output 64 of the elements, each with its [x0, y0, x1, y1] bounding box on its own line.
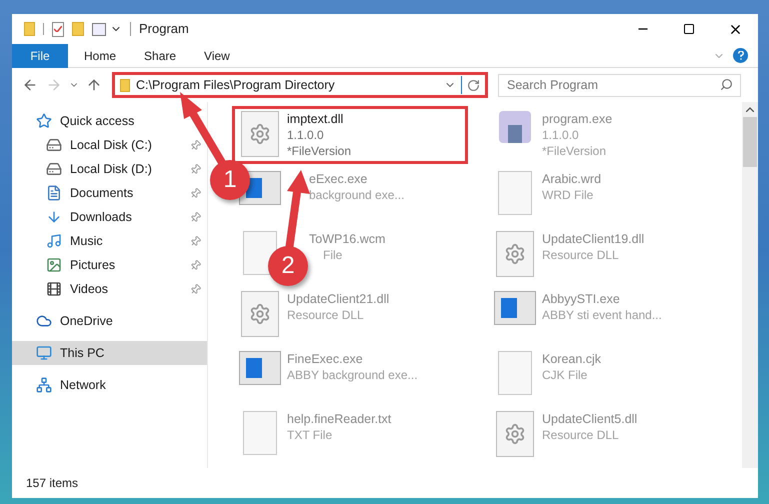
picture-icon — [46, 257, 62, 273]
file-detail: background exe... — [309, 187, 404, 203]
sidebar-item[interactable]: Local Disk (D:) — [12, 157, 207, 181]
file-detail: Resource DLL — [542, 427, 620, 443]
file-detail: TXT File — [287, 427, 334, 443]
file-detail: ABBY background exe... — [287, 367, 418, 383]
sidebar-item[interactable]: Documents — [12, 181, 207, 205]
blank-document-icon — [498, 351, 532, 395]
search-icon — [720, 78, 733, 91]
cloud-icon — [36, 313, 52, 329]
file-detail: CJK File — [542, 367, 588, 383]
sidebar-item[interactable]: Quick access — [12, 109, 207, 133]
star-icon — [36, 113, 52, 129]
film-icon — [46, 281, 62, 297]
drive-icon — [46, 137, 62, 153]
sidebar-item[interactable]: Pictures — [12, 253, 207, 277]
gear-document-icon — [496, 411, 534, 457]
file-detail: 1.1.0.0 — [287, 127, 325, 143]
file-name[interactable]: imptext.dll — [287, 111, 352, 127]
blank-document-icon — [498, 171, 532, 215]
file-detail: File — [323, 247, 344, 263]
drive-icon — [46, 161, 62, 177]
file-detail: Resource DLL — [542, 247, 620, 263]
sidebar-item[interactable]: Music — [12, 229, 207, 253]
application-window-icon — [494, 291, 536, 325]
program-icon — [499, 111, 531, 143]
gear-document-icon — [496, 231, 534, 277]
window-title: Program — [139, 20, 189, 38]
scroll-up-icon[interactable] — [746, 107, 754, 112]
sidebar-item[interactable]: OneDrive — [12, 309, 207, 333]
view-options-icon[interactable] — [92, 22, 106, 36]
gear-document-icon — [241, 291, 279, 337]
scrollbar-thumb[interactable] — [743, 117, 757, 167]
file-detail: Resource DLL — [287, 307, 365, 323]
item-count: 157 items — [26, 475, 78, 492]
search-field[interactable]: Search Program — [498, 74, 741, 96]
address-field[interactable]: C:\Program Files\Program Directory — [112, 72, 488, 98]
gear-document-icon — [241, 111, 279, 157]
sidebar-item[interactable]: This PC — [12, 341, 207, 365]
sidebar-item[interactable]: Downloads — [12, 205, 207, 229]
ribbon-tab[interactable]: Home — [70, 44, 130, 68]
network-icon — [36, 377, 52, 393]
document-icon — [46, 185, 62, 201]
help-icon[interactable] — [733, 48, 748, 63]
file-detail: ABBY sti event hand... — [542, 307, 662, 323]
file-detail: WRD File — [542, 187, 594, 203]
sidebar-item[interactable]: Videos — [12, 277, 207, 301]
maximize-icon — [683, 23, 695, 35]
ribbon-tab[interactable]: Share — [130, 44, 190, 68]
scrollbar[interactable] — [742, 102, 758, 468]
music-note-icon — [46, 233, 62, 249]
blank-document-icon — [243, 411, 277, 455]
folder-icon — [120, 78, 130, 92]
file-detail: *FileVersion — [542, 143, 608, 159]
properties-icon[interactable] — [52, 22, 64, 36]
file-detail: *FileVersion — [287, 143, 352, 159]
monitor-icon — [36, 345, 52, 361]
refresh-icon[interactable] — [467, 78, 480, 92]
ribbon-tab[interactable]: View — [190, 44, 244, 68]
sidebar-item[interactable]: Local Disk (C:) — [12, 133, 207, 157]
sidebar-item[interactable]: Network — [12, 373, 207, 397]
ribbon-tab[interactable]: File — [12, 44, 68, 68]
application-window-icon — [239, 351, 281, 385]
file-detail: 1.1.0.0 — [542, 127, 580, 143]
